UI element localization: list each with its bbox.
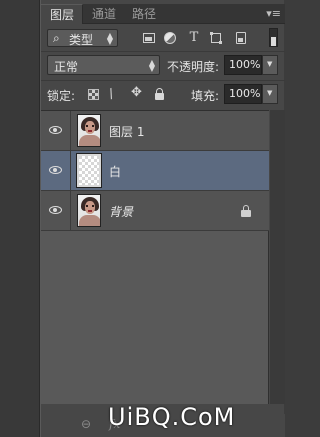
visibility-toggle[interactable] bbox=[41, 151, 71, 190]
fill-input[interactable]: 100% bbox=[224, 84, 262, 104]
tab-channels-label: 通道 bbox=[92, 7, 117, 21]
layers-panel: 图层× 通道 路径 ▾≡ ⌕ 类型 ▲▼ T 正常 ▲▼ 不透明度: 100% … bbox=[40, 0, 285, 437]
panel-tabbar: 图层× 通道 路径 ▾≡ bbox=[41, 4, 285, 40]
divider bbox=[41, 51, 285, 52]
lock-all-icon[interactable] bbox=[153, 87, 167, 101]
fill-label: 填充: bbox=[191, 89, 220, 103]
lock-position-icon[interactable]: ✥ bbox=[131, 86, 145, 100]
tab-layers[interactable]: 图层× bbox=[41, 4, 83, 40]
panel-menu-icon[interactable]: ▾≡ bbox=[266, 7, 281, 20]
layer-row-selected[interactable]: 白 bbox=[41, 151, 269, 191]
search-icon: ⌕ bbox=[53, 31, 60, 45]
adjustment-filter-icon[interactable] bbox=[162, 30, 178, 46]
opacity-dropdown-button[interactable] bbox=[262, 55, 278, 75]
filter-toggle-switch[interactable] bbox=[269, 28, 278, 47]
eye-icon bbox=[49, 126, 62, 134]
visibility-toggle[interactable] bbox=[41, 191, 71, 230]
filter-kind-select[interactable]: ⌕ 类型 ▲ ▼ bbox=[47, 29, 118, 47]
updown-caret-icon: ▲ ▼ bbox=[148, 58, 155, 73]
layer-name[interactable]: 图层 1 bbox=[109, 123, 144, 140]
layer-thumbnail bbox=[76, 153, 102, 188]
scrollbar[interactable] bbox=[270, 110, 285, 404]
tab-paths-label: 路径 bbox=[132, 7, 157, 21]
fill-dropdown-button[interactable] bbox=[262, 84, 278, 104]
layer-row[interactable]: 图层 1 bbox=[41, 111, 269, 151]
image-filter-icon[interactable] bbox=[141, 30, 157, 46]
visibility-toggle[interactable] bbox=[41, 111, 71, 150]
tab-paths[interactable]: 路径 bbox=[123, 4, 163, 24]
link-layers-icon[interactable]: ⊖ bbox=[81, 417, 91, 431]
filter-kind-label: 类型 bbox=[69, 33, 94, 47]
eye-icon bbox=[49, 166, 62, 174]
blend-mode-value: 正常 bbox=[54, 60, 79, 74]
layer-list: 图层 1 白 背景 bbox=[41, 110, 269, 404]
lock-icon bbox=[241, 205, 251, 217]
lock-transparent-pixels-icon[interactable] bbox=[88, 89, 99, 100]
opacity-label: 不透明度: bbox=[167, 60, 220, 74]
tab-channels[interactable]: 通道 bbox=[83, 4, 123, 24]
shape-filter-icon[interactable] bbox=[208, 30, 224, 46]
lock-image-pixels-icon[interactable]: / bbox=[107, 84, 125, 102]
blend-mode-select[interactable]: 正常 ▲ ▼ bbox=[47, 55, 160, 75]
layer-name[interactable]: 背景 bbox=[109, 203, 133, 220]
opacity-input[interactable]: 100% bbox=[224, 55, 262, 75]
tab-layers-label: 图层 bbox=[50, 8, 75, 22]
smart-object-filter-icon[interactable] bbox=[233, 30, 249, 46]
divider bbox=[41, 80, 285, 81]
eye-icon bbox=[49, 206, 62, 214]
left-dock-gutter bbox=[0, 0, 40, 437]
type-filter-icon[interactable]: T bbox=[186, 30, 202, 46]
layer-row[interactable]: 背景 bbox=[41, 191, 269, 231]
lock-label: 锁定: bbox=[47, 89, 76, 103]
layer-name[interactable]: 白 bbox=[109, 163, 121, 180]
watermark: UiBQ.CoM bbox=[108, 403, 236, 431]
layer-thumbnail bbox=[77, 114, 101, 147]
updown-caret-icon: ▲ ▼ bbox=[106, 31, 113, 46]
layer-thumbnail bbox=[77, 194, 101, 227]
